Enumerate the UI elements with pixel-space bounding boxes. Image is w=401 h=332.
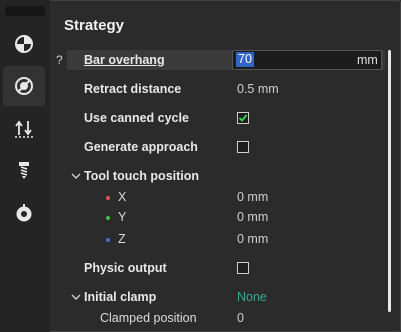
use-canned-cycle-checkbox[interactable] xyxy=(237,112,249,124)
generate-approach-checkbox[interactable] xyxy=(237,141,249,153)
sidebar-item-retract[interactable] xyxy=(3,108,45,148)
generate-approach-label: Generate approach xyxy=(84,140,198,154)
tool-touch-position-label: Tool touch position xyxy=(84,169,200,183)
sidebar-item-tool[interactable] xyxy=(3,150,45,190)
no-cut-icon xyxy=(15,77,33,95)
initial-clamp-label: Initial clamp xyxy=(84,290,157,304)
bar-overhang-label: Bar overhang xyxy=(84,53,165,67)
sidebar-item-spindle[interactable] xyxy=(3,193,45,233)
initial-clamp-value[interactable]: None xyxy=(237,290,267,304)
y-axis-dot xyxy=(106,216,110,220)
sidebar-grip[interactable] xyxy=(5,6,45,16)
chevron-down-icon[interactable] xyxy=(71,171,81,181)
sidebar-item-strategy[interactable] xyxy=(3,66,45,106)
physic-output-checkbox[interactable] xyxy=(237,262,249,274)
spindle-icon xyxy=(16,204,32,222)
tool-touch-z-value[interactable]: 0 mm xyxy=(237,232,268,246)
clamped-position-value[interactable]: 0 xyxy=(237,311,244,325)
use-canned-cycle-label: Use canned cycle xyxy=(84,111,189,125)
tool-touch-y-value[interactable]: 0 mm xyxy=(237,210,268,224)
chevron-down-icon[interactable] xyxy=(71,292,81,302)
pie-chart-icon xyxy=(15,35,33,53)
checkmark-icon xyxy=(238,114,248,122)
tool-touch-y-label: Y xyxy=(118,210,127,224)
scrollbar[interactable] xyxy=(388,50,391,312)
physic-output-label: Physic output xyxy=(84,261,167,275)
sidebar-item-pie-chart[interactable] xyxy=(3,24,45,64)
tool-touch-x-value[interactable]: 0 mm xyxy=(237,190,268,204)
panel-title: Strategy xyxy=(64,17,125,34)
z-axis-dot xyxy=(106,238,110,242)
retract-arrows-icon xyxy=(15,120,33,138)
bar-overhang-unit: mm xyxy=(357,53,378,67)
drill-tool-icon xyxy=(19,162,29,179)
tool-touch-x-label: X xyxy=(118,190,127,204)
clamped-position-label: Clamped position xyxy=(100,311,197,325)
tool-touch-z-label: Z xyxy=(118,232,126,246)
bar-overhang-value[interactable]: 70 xyxy=(236,52,254,67)
help-icon[interactable]: ? xyxy=(56,53,63,67)
retract-distance-label: Retract distance xyxy=(84,82,182,96)
retract-distance-value[interactable]: 0.5 mm xyxy=(237,82,279,96)
sidebar xyxy=(0,0,50,332)
x-axis-dot xyxy=(106,196,110,200)
